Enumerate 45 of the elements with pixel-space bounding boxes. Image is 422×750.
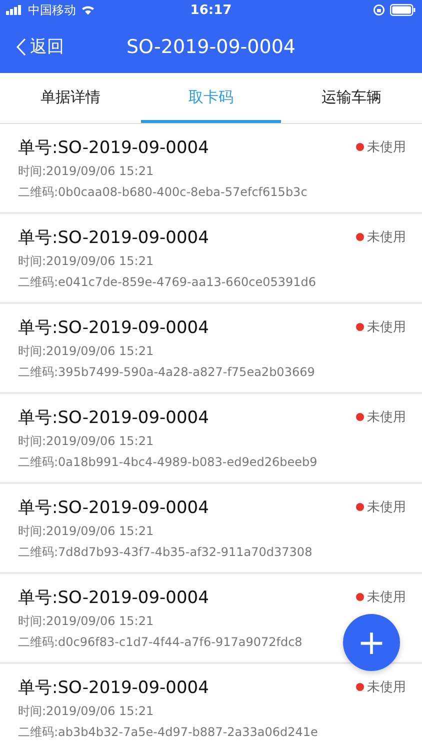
order-number: 单号:SO-2019-09-0004: [18, 227, 209, 250]
qr-code-text: 二维码:395b7499-590a-4a28-a827-f75ea2b03669: [18, 364, 315, 381]
code-card[interactable]: 单号:SO-2019-09-0004 未使用 时间:2019/09/06 15:21 二维码:0a18b991-4bc4-4989-b083-ed9ed26beeb9: [0, 394, 422, 484]
order-number: 单号:SO-2019-09-0004: [18, 137, 209, 160]
status-label: 未使用: [367, 589, 406, 606]
carrier-name: 中国移动: [28, 2, 76, 18]
qr-code-text: 二维码:e041c7de-859e-4769-aa13-660ce05391d6: [18, 274, 316, 291]
time-text: 时间:2019/09/06 15:21: [18, 523, 154, 540]
order-number: 单号:SO-2019-09-0004: [18, 677, 209, 700]
qr-code-text: 二维码:0b0caa08-b680-400c-8eba-57efcf615b3c: [18, 184, 308, 201]
status-label: 未使用: [367, 409, 406, 426]
qr-code-text: 二维码:ab3b4b32-7a5e-4d97-b887-2a33a06d241e: [18, 724, 318, 741]
chevron-left-icon: [16, 38, 26, 56]
time-text: 时间:2019/09/06 15:21: [18, 253, 154, 270]
status-label: 未使用: [367, 229, 406, 246]
battery-icon: [390, 4, 416, 16]
time-text: 时间:2019/09/06 15:21: [18, 613, 154, 630]
order-number: 单号:SO-2019-09-0004: [18, 317, 209, 340]
page-title: SO-2019-09-0004: [126, 36, 296, 58]
code-card[interactable]: 单号:SO-2019-09-0004 未使用 时间:2019/09/06 15:21 二维码:7d8d7b93-43f7-4b35-af32-911a70d37308: [0, 484, 422, 574]
qr-code-text: 二维码:0a18b991-4bc4-4989-b083-ed9ed26beeb9: [18, 454, 318, 471]
qr-code-text: 二维码:d0c96f83-c1d7-4f44-a7f6-917a9072fdc8: [18, 634, 302, 651]
status-label: 未使用: [367, 499, 406, 516]
status-label: 未使用: [367, 139, 406, 156]
time-text: 时间:2019/09/06 15:21: [18, 433, 154, 450]
tab[interactable]: 单据详情: [0, 73, 141, 123]
time-text: 时间:2019/09/06 15:21: [18, 343, 154, 360]
tab[interactable]: 运输车辆: [281, 73, 422, 123]
order-number: 单号:SO-2019-09-0004: [18, 497, 209, 520]
status-label: 未使用: [367, 319, 406, 336]
clock-time: 16:17: [190, 2, 232, 18]
code-card[interactable]: 单号:SO-2019-09-0004 未使用 时间:2019/09/06 15:21 二维码:395b7499-590a-4a28-a827-f75ea2b03669: [0, 304, 422, 394]
signal-icon: [6, 5, 23, 15]
time-text: 时间:2019/09/06 15:21: [18, 703, 154, 720]
back-button[interactable]: 返回: [0, 35, 64, 58]
code-card[interactable]: 单号:SO-2019-09-0004 未使用 时间:2019/09/06 15:21 二维码:0b0caa08-b680-400c-8eba-57efcf615b3c: [0, 124, 422, 214]
qr-code-text: 二维码:7d8d7b93-43f7-4b35-af32-911a70d37308: [18, 544, 312, 561]
code-card[interactable]: 单号:SO-2019-09-0004 未使用 时间:2019/09/06 15:21 二维码:e041c7de-859e-4769-aa13-660ce05391d6: [0, 214, 422, 304]
order-number: 单号:SO-2019-09-0004: [18, 587, 209, 610]
wifi-icon: [81, 5, 95, 15]
rotation-lock-icon: [373, 4, 385, 16]
time-text: 时间:2019/09/06 15:21: [18, 163, 154, 180]
order-number: 单号:SO-2019-09-0004: [18, 407, 209, 430]
status-label: 未使用: [367, 679, 406, 696]
add-button[interactable]: +: [343, 614, 400, 671]
